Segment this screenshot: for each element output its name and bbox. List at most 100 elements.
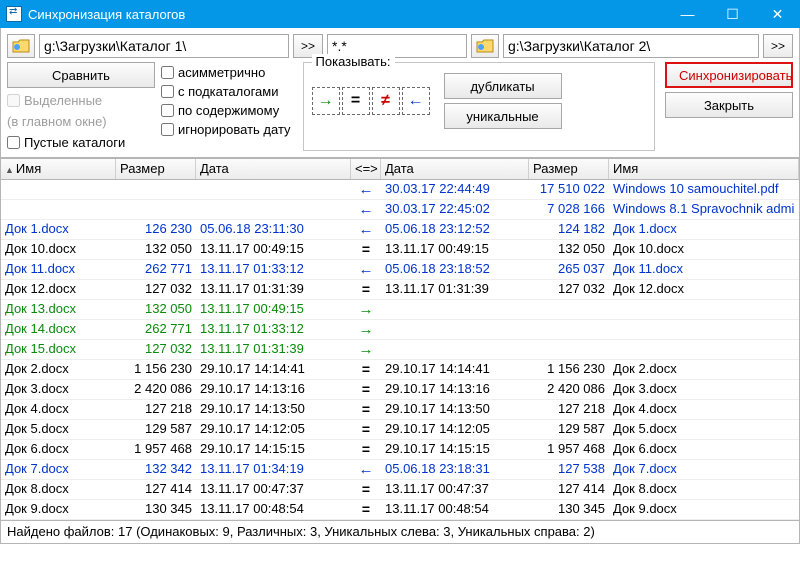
col-op[interactable]: <=> — [351, 159, 381, 179]
unique-button[interactable]: уникальные — [444, 103, 562, 129]
cell-date-right: 05.06.18 23:18:31 — [381, 460, 529, 479]
cell-date-left: 13.11.17 01:33:12 — [196, 320, 351, 339]
cell-op — [351, 180, 381, 199]
cell-name-left: Док 9.docx — [1, 500, 116, 519]
cell-date-right — [381, 340, 529, 359]
cell-name-right: Док 7.docx — [609, 460, 799, 479]
col-date-left[interactable]: Дата — [196, 159, 351, 179]
cell-date-right: 05.06.18 23:12:52 — [381, 220, 529, 239]
cell-size-right: 127 414 — [529, 480, 609, 499]
cell-date-left — [196, 180, 351, 199]
filter-right-icon[interactable]: → — [312, 87, 340, 115]
cell-name-left: Док 8.docx — [1, 480, 116, 499]
cell-name-left: Док 7.docx — [1, 460, 116, 479]
table-row[interactable]: Док 3.docx2 420 08629.10.17 14:13:1629.1… — [1, 380, 799, 400]
minimize-button[interactable]: — — [665, 0, 710, 28]
table-row[interactable]: Док 9.docx130 34513.11.17 00:48:5413.11.… — [1, 500, 799, 520]
cell-date-left: 13.11.17 00:48:54 — [196, 500, 351, 519]
cell-name-right: Windows 8.1 Spravochnik admi — [609, 200, 799, 219]
close-button[interactable]: ✕ — [755, 0, 800, 28]
col-size-right[interactable]: Размер — [529, 159, 609, 179]
cell-op — [351, 300, 381, 319]
cell-op — [351, 380, 381, 399]
right-path-input[interactable] — [503, 34, 759, 58]
table-row[interactable]: Док 4.docx127 21829.10.17 14:13:5029.10.… — [1, 400, 799, 420]
cell-date-left — [196, 200, 351, 219]
cell-name-left: Док 15.docx — [1, 340, 116, 359]
cell-size-left: 129 587 — [116, 420, 196, 439]
table-row[interactable]: Док 7.docx132 34213.11.17 01:34:1905.06.… — [1, 460, 799, 480]
close-dialog-button[interactable]: Закрыть — [665, 92, 793, 118]
table-row[interactable]: Док 14.docx262 77113.11.17 01:33:12 — [1, 320, 799, 340]
left-path-input[interactable] — [39, 34, 289, 58]
cell-date-left: 29.10.17 14:13:50 — [196, 400, 351, 419]
cell-name-left: Док 10.docx — [1, 240, 116, 259]
cell-date-right: 29.10.17 14:13:16 — [381, 380, 529, 399]
table-row[interactable]: Док 6.docx1 957 46829.10.17 14:15:1529.1… — [1, 440, 799, 460]
cell-name-left — [1, 180, 116, 199]
table-row[interactable]: Док 13.docx132 05013.11.17 00:49:15 — [1, 300, 799, 320]
cell-size-right: 127 032 — [529, 280, 609, 299]
table-row[interactable]: Док 10.docx132 05013.11.17 00:49:1513.11… — [1, 240, 799, 260]
col-name-left[interactable]: Имя — [1, 159, 116, 179]
right-arrow-icon — [359, 342, 374, 357]
right-go-button[interactable]: >> — [763, 34, 793, 58]
cell-size-left — [116, 200, 196, 219]
cell-name-right — [609, 320, 799, 339]
cell-date-left: 29.10.17 14:14:41 — [196, 360, 351, 379]
table-row[interactable]: Док 15.docx127 03213.11.17 01:31:39 — [1, 340, 799, 360]
left-arrow-icon — [359, 202, 374, 217]
cell-name-left: Док 14.docx — [1, 320, 116, 339]
cell-size-right: 127 538 — [529, 460, 609, 479]
browse-left-button[interactable] — [7, 34, 35, 58]
cell-op — [351, 360, 381, 379]
filter-diff-icon[interactable]: ≠ — [372, 87, 400, 115]
statusbar: Найдено файлов: 17 (Одинаковых: 9, Разли… — [0, 520, 800, 544]
col-date-right[interactable]: Дата — [381, 159, 529, 179]
cell-name-right: Док 3.docx — [609, 380, 799, 399]
table-row[interactable]: Док 5.docx129 58729.10.17 14:12:0529.10.… — [1, 420, 799, 440]
table-row[interactable]: Док 12.docx127 03213.11.17 01:31:3913.11… — [1, 280, 799, 300]
cell-name-left: Док 4.docx — [1, 400, 116, 419]
cell-date-left: 13.11.17 00:49:15 — [196, 240, 351, 259]
maximize-button[interactable]: ☐ — [710, 0, 755, 28]
compare-button[interactable]: Сравнить — [7, 62, 155, 88]
cell-name-left — [1, 200, 116, 219]
empty-dirs-check[interactable]: Пустые каталоги — [7, 134, 155, 151]
col-size-left[interactable]: Размер — [116, 159, 196, 179]
table-row[interactable]: Док 11.docx262 77113.11.17 01:33:1205.06… — [1, 260, 799, 280]
cell-date-left: 29.10.17 14:12:05 — [196, 420, 351, 439]
cell-date-right: 13.11.17 00:48:54 — [381, 500, 529, 519]
table-row[interactable]: Док 1.docx126 23005.06.18 23:11:3005.06.… — [1, 220, 799, 240]
browse-right-button[interactable] — [471, 34, 499, 58]
cell-name-left: Док 12.docx — [1, 280, 116, 299]
selected-hint: (в главном окне) — [7, 113, 155, 130]
cell-size-left: 132 342 — [116, 460, 196, 479]
sync-button[interactable]: Синхронизировать — [665, 62, 793, 88]
table-row[interactable]: Док 2.docx1 156 23029.10.17 14:14:4129.1… — [1, 360, 799, 380]
ignoredate-check[interactable]: игнорировать дату — [161, 121, 291, 138]
subdirs-check[interactable]: с подкаталогами — [161, 83, 291, 100]
selected-check[interactable]: Выделенные — [7, 92, 155, 109]
cell-name-right — [609, 340, 799, 359]
cell-name-left: Док 1.docx — [1, 220, 116, 239]
bycontent-check[interactable]: по содержимому — [161, 102, 291, 119]
cell-name-right: Windows 10 samouchitel.pdf — [609, 180, 799, 199]
cell-date-right: 29.10.17 14:12:05 — [381, 420, 529, 439]
cell-size-right: 2 420 086 — [529, 380, 609, 399]
table-row[interactable]: 30.03.17 22:45:027 028 166Windows 8.1 Sp… — [1, 200, 799, 220]
cell-date-right: 13.11.17 00:47:37 — [381, 480, 529, 499]
table-row[interactable]: 30.03.17 22:44:4917 510 022Windows 10 sa… — [1, 180, 799, 200]
cell-op — [351, 260, 381, 279]
filter-left-icon[interactable]: ← — [402, 87, 430, 115]
filter-equal-icon[interactable]: = — [342, 87, 370, 115]
cell-date-right: 29.10.17 14:13:50 — [381, 400, 529, 419]
cell-op — [351, 440, 381, 459]
cell-op — [351, 200, 381, 219]
cell-name-left: Док 13.docx — [1, 300, 116, 319]
table-row[interactable]: Док 8.docx127 41413.11.17 00:47:3713.11.… — [1, 480, 799, 500]
duplicates-button[interactable]: дубликаты — [444, 73, 562, 99]
col-name-right[interactable]: Имя — [609, 159, 799, 179]
asymmetric-check[interactable]: асимметрично — [161, 64, 291, 81]
right-arrow-icon — [359, 322, 374, 337]
